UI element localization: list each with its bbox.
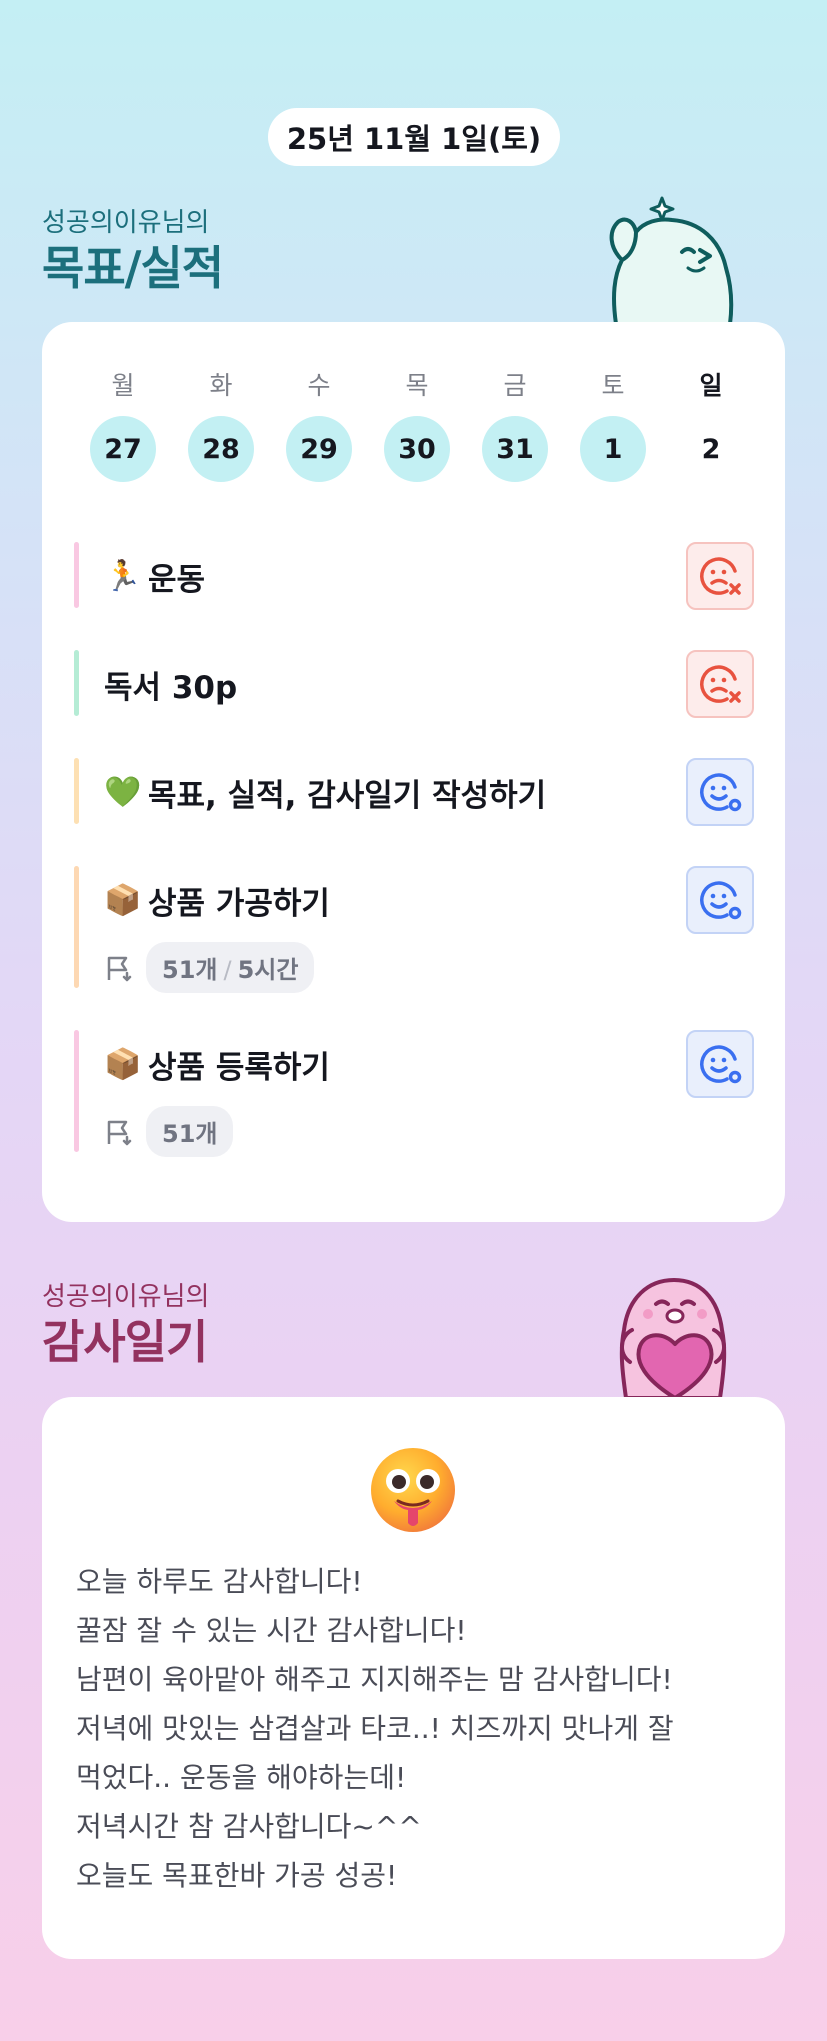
goal-label: 상품 가공하기 (148, 886, 330, 922)
weekday-label: 수 (307, 371, 331, 400)
goal-color-bar (74, 650, 79, 716)
goal-color-bar (74, 542, 79, 608)
date-circle: 30 (384, 416, 450, 482)
diary-line: 오늘 하루도 감사합니다! (76, 1565, 363, 1598)
tongue-out-emoji-icon (371, 1448, 455, 1532)
metric-count: 51개 (162, 1120, 218, 1148)
week-calendar: 월 27 화 28 수 29 목 30 금 31 토1 일2 (74, 366, 760, 482)
date-circle: 28 (188, 416, 254, 482)
diary-line: 남편이 육아맡아 해주고 지지해주는 맘 감사합니다! (76, 1663, 673, 1696)
weekday-sat[interactable]: 토1 (564, 366, 662, 482)
diary-line: 먹었다.. 운동을 해야하는데! (76, 1761, 407, 1794)
goal-label-row: 📦 상품 등록하기 (104, 1042, 330, 1087)
status-success-button[interactable] (686, 758, 754, 826)
weekday-thu[interactable]: 목 30 (368, 366, 466, 482)
runner-icon: 🏃 (104, 559, 142, 594)
date-circle: 31 (482, 416, 548, 482)
weekday-label: 일 (699, 371, 723, 400)
weekday-label: 목 (405, 371, 429, 400)
weekday-sun[interactable]: 일2 (662, 366, 760, 482)
smile-face-o-icon (700, 1045, 742, 1084)
metric-pill: 51개 (146, 1106, 234, 1157)
goal-label: 목표, 실적, 감사일기 작성하기 (148, 778, 547, 814)
goal-label: 독서 30p (104, 670, 238, 706)
heart-mascot-illustration (619, 1278, 727, 1398)
status-fail-button[interactable] (686, 542, 754, 610)
status-success-button[interactable] (686, 1030, 754, 1098)
metric-count: 51개 (162, 956, 218, 984)
metric-separator: / (223, 956, 232, 984)
goal-color-bar (74, 1030, 79, 1152)
goal-label-row: 💚 목표, 실적, 감사일기 작성하기 (104, 770, 546, 815)
smile-face-o-icon (700, 773, 742, 812)
date-circle: 29 (286, 416, 352, 482)
goal-item[interactable]: 📦 상품 등록하기 51개 (74, 1030, 754, 1157)
weekday-wed[interactable]: 수 29 (270, 366, 368, 482)
goal-color-bar (74, 758, 79, 824)
goal-label: 상품 등록하기 (148, 1050, 330, 1086)
flag-icon (107, 956, 132, 981)
goals-section-title: 목표/실적 (42, 241, 224, 295)
date-circle: 1 (580, 416, 646, 482)
flag-icon (107, 1120, 132, 1145)
waving-mascot-illustration (609, 196, 734, 324)
goal-item[interactable]: 🏃 운동 (74, 542, 754, 610)
package-icon: 📦 (104, 1047, 142, 1082)
diary-line: 오늘도 목표한바 가공 성공! (76, 1859, 398, 1892)
goal-metric: 51개/5시간 (104, 942, 315, 993)
diary-line: 꿀잠 잘 수 있는 시간 감사합니다! (76, 1614, 467, 1647)
metric-time: 5시간 (237, 956, 299, 984)
date-circle: 2 (701, 433, 721, 465)
weekday-fri[interactable]: 금 31 (466, 366, 564, 482)
weekday-label: 화 (209, 371, 233, 400)
weekday-label: 월 (111, 371, 135, 400)
status-success-button[interactable] (686, 866, 754, 934)
goal-label-row: 📦 상품 가공하기 (104, 878, 330, 923)
goal-label-row: 독서 30p (104, 662, 237, 707)
weekday-tue[interactable]: 화 28 (172, 366, 270, 482)
goal-item[interactable]: 💚 목표, 실적, 감사일기 작성하기 (74, 758, 754, 826)
gratitude-section-title: 감사일기 (42, 1315, 208, 1369)
date-label[interactable]: 25년 11월 1일(토) (268, 108, 560, 166)
date-circle: 27 (90, 416, 156, 482)
goal-label: 운동 (148, 562, 206, 598)
weekday-label: 금 (503, 371, 527, 400)
diary-line: 저녁에 맛있는 삼겹살과 타코..! 치즈까지 맛나게 잘 (76, 1712, 674, 1745)
goal-label-row: 🏃 운동 (104, 554, 205, 599)
weekday-label: 토 (601, 371, 625, 400)
package-icon: 📦 (104, 883, 142, 918)
green-heart-icon: 💚 (104, 775, 142, 810)
diary-line: 저녁시간 참 감사합니다~^^ (76, 1810, 422, 1843)
diary-entry-text: 오늘 하루도 감사합니다! 꿀잠 잘 수 있는 시간 감사합니다! 남편이 육아… (76, 1557, 756, 1900)
goal-color-bar (74, 866, 79, 988)
goal-metric: 51개 (104, 1106, 234, 1157)
sad-face-x-icon (700, 665, 741, 703)
smile-face-o-icon (700, 881, 742, 920)
metric-pill: 51개/5시간 (146, 942, 315, 993)
goal-item[interactable]: 📦 상품 가공하기 51개/5시간 (74, 866, 754, 993)
diary-card: 오늘 하루도 감사합니다! 꿀잠 잘 수 있는 시간 감사합니다! 남편이 육아… (42, 1397, 785, 1959)
goals-card: 월 27 화 28 수 29 목 30 금 31 토1 일2 🏃 운동 독서 30p (42, 322, 785, 1222)
weekday-mon[interactable]: 월 27 (74, 366, 172, 482)
goal-item[interactable]: 독서 30p (74, 650, 754, 718)
status-fail-button[interactable] (686, 650, 754, 718)
sad-face-x-icon (700, 557, 741, 595)
